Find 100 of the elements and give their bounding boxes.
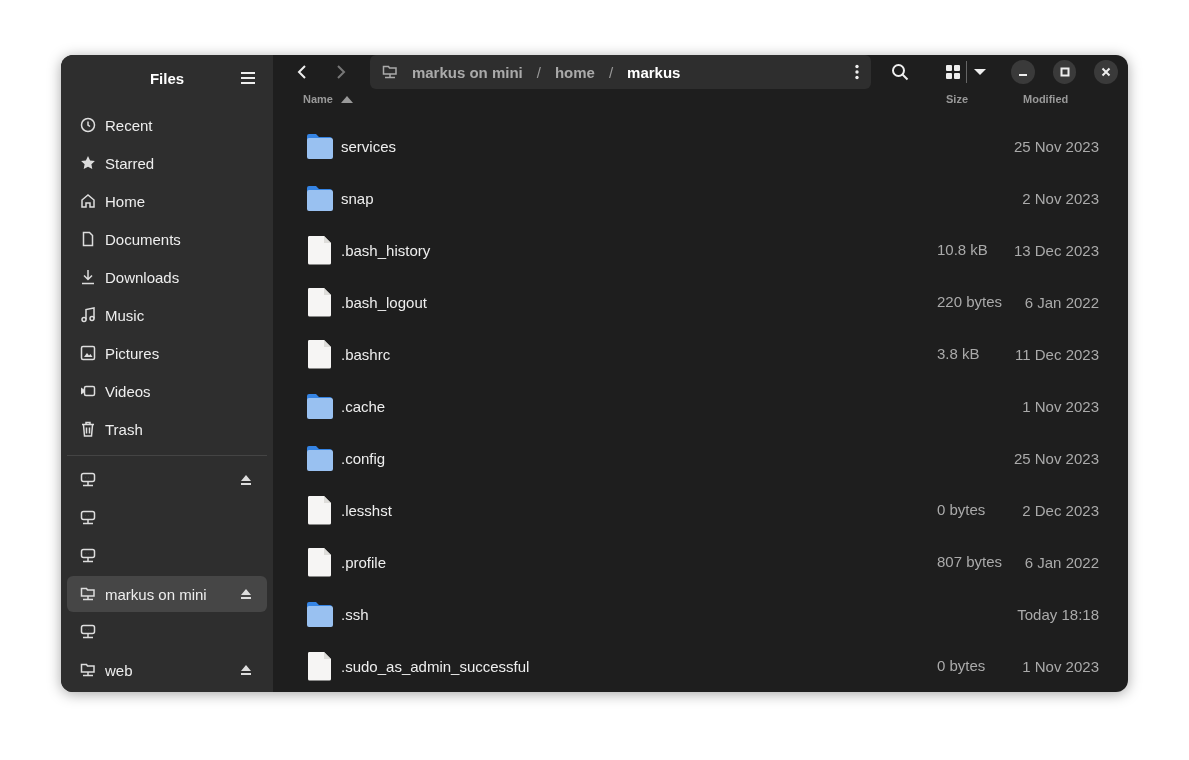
sidebar-item[interactable]: markus on mini [67, 576, 267, 612]
sidebar-item[interactable]: web [67, 652, 267, 688]
file-name: .config [341, 449, 386, 467]
server-icon [80, 624, 96, 640]
file-size: 220 bytes [937, 293, 1003, 310]
path-segment[interactable]: markus on mini [411, 63, 523, 81]
column-header[interactable]: Size [946, 93, 1023, 105]
server-icon [80, 472, 96, 488]
folder-icon [306, 184, 333, 212]
sidebar-title: Files [149, 69, 185, 87]
file-name: .profile [341, 553, 387, 571]
path-segment[interactable]: markus [627, 63, 681, 81]
file-icon [306, 287, 333, 317]
sidebar-item[interactable]: Documents [67, 221, 267, 257]
star-icon [80, 155, 96, 171]
dropdown-caret-icon [974, 68, 987, 76]
file-row[interactable]: .config 25 Nov 2023 [306, 432, 1099, 484]
modified-date: 6 Jan 2022 [1024, 293, 1099, 311]
more-options-icon[interactable] [854, 64, 859, 80]
modified-date: Today 18:18 [1017, 605, 1099, 623]
column-header[interactable]: Name [303, 93, 946, 105]
file-row[interactable]: .lesshst 0 bytes 2 Dec 2023 [306, 484, 1099, 536]
eject-icon [240, 664, 252, 676]
modified-date: 6 Jan 2022 [1024, 553, 1099, 571]
maximize-button[interactable] [1052, 60, 1077, 84]
file-row[interactable]: .bashrc 3.8 kB 11 Dec 2023 [306, 328, 1099, 380]
file-name: .sudo_as_admin_successful [341, 657, 530, 675]
file-name: .bash_history [341, 241, 431, 259]
document-icon [80, 231, 96, 247]
network-folder-icon [381, 64, 398, 80]
download-icon [80, 269, 96, 285]
modified-date: 2 Dec 2023 [1022, 501, 1099, 519]
clock-icon [80, 117, 96, 133]
network-folder-icon [80, 586, 96, 602]
folder-icon [306, 132, 333, 160]
folder-icon [306, 600, 333, 628]
folder-icon [306, 444, 333, 472]
sidebar-item[interactable]: Downloads [67, 259, 267, 295]
file-row[interactable]: services 25 Nov 2023 [306, 120, 1099, 172]
file-icon [306, 339, 333, 369]
file-icon [306, 235, 333, 265]
file-name: .ssh [341, 605, 369, 623]
modified-date: 1 Nov 2023 [1022, 397, 1099, 415]
close-button[interactable] [1094, 60, 1118, 84]
modified-date: 25 Nov 2023 [1013, 137, 1099, 155]
home-icon [80, 193, 96, 209]
modified-date: 2 Nov 2023 [1022, 189, 1099, 207]
file-row[interactable]: .cache 1 Nov 2023 [306, 380, 1099, 432]
file-row[interactable]: .ssh Today 18:18 [306, 588, 1099, 640]
sidebar-item[interactable]: Pictures [67, 335, 267, 371]
network-folder-icon [80, 662, 96, 678]
file-size: 3.8 kB [937, 345, 980, 362]
picture-icon [80, 345, 96, 361]
eject-icon [240, 474, 252, 486]
modified-date: 1 Nov 2023 [1022, 657, 1099, 675]
server-icon [80, 548, 96, 564]
trash-icon [80, 421, 96, 437]
file-name: .bashrc [341, 345, 391, 363]
sidebar-item[interactable]: Starred [67, 145, 267, 181]
music-note-icon [80, 307, 96, 323]
minimize-button[interactable] [1011, 60, 1035, 84]
folder-icon [306, 392, 333, 420]
minimize-icon [1019, 74, 1027, 76]
file-size: 807 bytes [937, 553, 1003, 570]
sidebar-item[interactable]: Music [67, 297, 267, 333]
file-icon [306, 547, 333, 577]
menu-icon [240, 71, 256, 85]
file-name: .lesshst [341, 501, 392, 519]
path-separator: / [608, 63, 614, 81]
sort-ascending-icon [340, 95, 353, 103]
file-row[interactable]: .bash_history 10.8 kB 13 Dec 2023 [306, 224, 1099, 276]
file-name: services [341, 137, 396, 155]
modified-date: 13 Dec 2023 [1013, 241, 1099, 259]
sidebar-item[interactable]: Trash [67, 411, 267, 447]
path-separator: / [536, 63, 541, 81]
grid-icon [946, 65, 961, 79]
file-row[interactable]: .bash_logout 220 bytes 6 Jan 2022 [306, 276, 1099, 328]
column-header[interactable]: Modified [1023, 93, 1108, 105]
path-bar[interactable]: markus on mini / home / markus [369, 55, 871, 89]
path-segment[interactable]: home [554, 63, 595, 81]
eject-icon [240, 588, 252, 600]
file-size: 10.8 kB [937, 241, 988, 258]
file-row[interactable]: .sudo_as_admin_successful 0 bytes 1 Nov 2023 [306, 640, 1099, 692]
sidebar-item[interactable]: Videos [67, 373, 267, 409]
file-size: 0 bytes [937, 501, 986, 518]
video-camera-icon [80, 383, 96, 399]
close-icon [1101, 67, 1112, 77]
file-row[interactable]: .profile 807 bytes 6 Jan 2022 [306, 536, 1099, 588]
maximize-icon [1059, 67, 1070, 77]
search-icon [890, 63, 909, 81]
modified-date: 25 Nov 2023 [1013, 449, 1099, 467]
file-name: .bash_logout [341, 293, 427, 311]
server-icon [80, 510, 96, 526]
file-icon [306, 651, 333, 681]
file-icon [306, 495, 333, 525]
sidebar-item[interactable]: Home [67, 183, 267, 219]
file-row[interactable]: snap 2 Nov 2023 [306, 172, 1099, 224]
file-name: .cache [341, 397, 386, 415]
modified-date: 11 Dec 2023 [1015, 345, 1099, 363]
sidebar-item[interactable]: Recent [67, 107, 267, 143]
